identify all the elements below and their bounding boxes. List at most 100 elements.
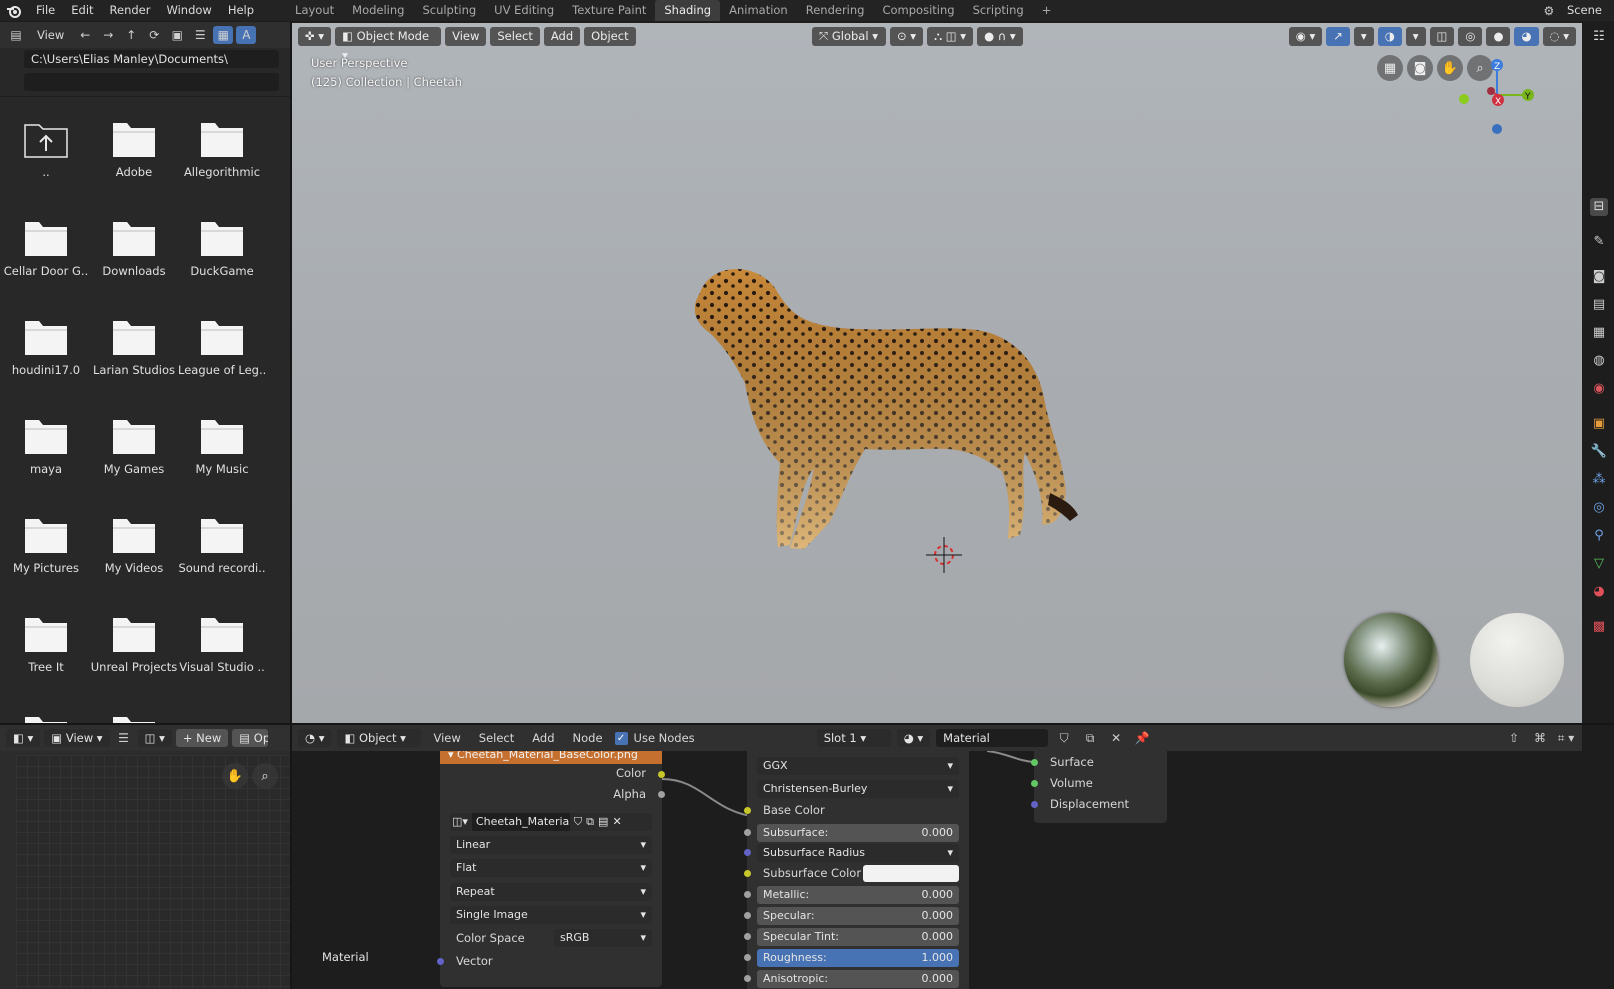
viewport-menu-object[interactable]: Object — [584, 26, 636, 46]
subsurface-method-dropdown[interactable]: Christensen-Burley ▾ — [757, 780, 959, 798]
extension-dropdown[interactable]: Repeat ▾ — [450, 883, 652, 901]
folder-item[interactable]: My Videos — [90, 515, 178, 575]
unlink-material-icon[interactable]: ✕ — [1106, 729, 1126, 747]
axis-gizmo[interactable]: Z Y X — [1452, 48, 1542, 138]
material-browse-icon[interactable]: ◕ ▾ — [896, 729, 931, 747]
overlay-dropdown-icon[interactable]: ▾ — [1405, 26, 1426, 46]
camera-view-icon[interactable]: ◙ — [1407, 55, 1433, 81]
vertical-area-divider[interactable] — [290, 22, 292, 989]
folder-item[interactable]: Tree It — [2, 614, 90, 674]
folder-item[interactable]: .. — [2, 119, 90, 179]
gizmo-toggle-icon[interactable]: ↗ — [1326, 26, 1350, 46]
tab-texture-paint[interactable]: Texture Paint — [563, 0, 655, 21]
list-view-icon[interactable]: ☰ — [190, 26, 210, 44]
tab-animation[interactable]: Animation — [720, 0, 797, 21]
folder-item[interactable]: My Pictures — [2, 515, 90, 575]
folder-item[interactable]: Downloads — [90, 218, 178, 278]
parent-node-tree-icon[interactable]: ⇧ — [1504, 729, 1524, 747]
specular-tint-socket[interactable] — [744, 933, 751, 940]
scene-selector-icon[interactable]: ⚙ — [1539, 2, 1559, 20]
object-tab-icon[interactable]: ▣ — [1590, 415, 1608, 433]
image-open-icon[interactable]: ▤ — [598, 813, 608, 831]
tab-scripting[interactable]: Scripting — [964, 0, 1033, 21]
material-shading-icon[interactable]: ◕ — [1514, 26, 1539, 46]
shader-type-selector[interactable]: ◧ Object ▾ — [337, 729, 422, 747]
node-menu-node[interactable]: Node — [567, 731, 609, 745]
specular-field[interactable]: Specular: 0.000 — [757, 907, 959, 925]
metallic-field[interactable]: Metallic: 0.000 — [757, 886, 959, 904]
folder-item[interactable]: Larian Studios — [90, 317, 178, 377]
menu-window[interactable]: Window — [158, 0, 219, 21]
neg-x-axis-handle[interactable] — [1487, 87, 1495, 95]
pivot-icon[interactable]: ⊙ ▾ — [890, 26, 924, 46]
subsurface-radius-dropdown[interactable]: Subsurface Radius ▾ — [757, 844, 959, 862]
surface-input-socket[interactable] — [1031, 759, 1038, 766]
menu-edit[interactable]: Edit — [63, 0, 101, 21]
subsurface-field[interactable]: Subsurface: 0.000 — [757, 824, 959, 842]
constraints-tab-icon[interactable]: ⚲ — [1590, 527, 1608, 545]
modifier-tab-icon[interactable]: 🔧 — [1590, 443, 1608, 461]
sort-alpha-icon[interactable]: A — [236, 26, 257, 44]
image-browse-button[interactable]: ◫▾ — [452, 813, 468, 831]
tab-rendering[interactable]: Rendering — [797, 0, 874, 21]
refresh-icon[interactable]: ⟳ — [144, 26, 164, 44]
scene-tab-icon[interactable]: ◍ — [1590, 352, 1608, 370]
subsurface-socket[interactable] — [744, 829, 751, 836]
image-selector[interactable]: ◫▾ Cheetah_Materia.. ⛉ ⧉ ▤ ✕ — [450, 813, 652, 831]
material-tab-icon[interactable]: ◕ — [1590, 583, 1608, 601]
data-tab-icon[interactable]: ▽ — [1590, 555, 1608, 573]
back-arrow-icon[interactable]: ← — [75, 26, 95, 44]
interpolation-dropdown[interactable]: Linear ▾ — [450, 836, 652, 854]
projection-dropdown[interactable]: Flat ▾ — [450, 859, 652, 877]
output-tab-icon[interactable]: ▤ — [1590, 296, 1608, 314]
folder-item[interactable]: Cellar Door G.. — [2, 218, 90, 278]
open-image-button[interactable]: ▤ Open — [232, 729, 269, 747]
metallic-socket[interactable] — [744, 891, 751, 898]
roughness-field[interactable]: Roughness: 1.000 — [757, 949, 959, 967]
subsurface-color-swatch[interactable] — [863, 865, 959, 882]
specular-socket[interactable] — [744, 912, 751, 919]
texture-tab-icon[interactable]: ▩ — [1590, 618, 1608, 636]
image-editor-type-icon[interactable]: ◧ ▾ — [6, 729, 41, 747]
snap-icon[interactable]: ⛬ ◫ ▾ — [927, 26, 974, 46]
horizontal-area-divider[interactable] — [0, 723, 1614, 725]
menu-file[interactable]: File — [28, 0, 63, 21]
folder-item[interactable]: maya — [2, 416, 90, 476]
folder-item[interactable]: DuckGame — [178, 218, 266, 278]
add-workspace-button[interactable]: + — [1033, 0, 1061, 21]
neg-y-axis-handle[interactable] — [1459, 94, 1469, 104]
menu-help[interactable]: Help — [220, 0, 262, 21]
3d-viewport[interactable]: ✜ ▾ ◧ Object Mode ▾ View Select Add Obje… — [292, 23, 1582, 723]
image-browse-icon[interactable]: ◫ ▾ — [137, 729, 172, 747]
editor-type-icon[interactable]: ▤ — [6, 26, 26, 44]
path-field[interactable]: C:\Users\Elias Manley\Documents\ — [24, 50, 279, 68]
source-dropdown[interactable]: Single Image ▾ — [450, 906, 652, 924]
folder-item[interactable]: Allegorithmic — [178, 119, 266, 179]
anisotropic-field[interactable]: Anisotropic: 0.000 — [757, 970, 959, 988]
world-tab-icon[interactable]: ◉ — [1590, 380, 1608, 398]
node-editor-type-icon[interactable]: ◔ ▾ — [298, 729, 332, 747]
properties-toggle-icon[interactable]: ⊟ — [1590, 198, 1608, 216]
tab-modeling[interactable]: Modeling — [343, 0, 413, 21]
neg-z-axis-handle[interactable] — [1492, 124, 1502, 134]
vector-input-socket[interactable] — [437, 958, 444, 965]
node-menu-view[interactable]: View — [427, 731, 466, 745]
cheetah-model[interactable] — [680, 253, 1100, 573]
viewport-menu-add[interactable]: Add — [543, 26, 581, 46]
anisotropic-socket[interactable] — [744, 975, 751, 982]
folder-item[interactable]: Sound recordi.. — [178, 515, 266, 575]
image-node-header[interactable]: ▾ Cheetah_Material_BaseColor.png — [440, 751, 662, 764]
filter-field[interactable] — [24, 73, 279, 91]
particles-tab-icon[interactable]: ⁂ — [1590, 471, 1608, 489]
node-editor-canvas[interactable]: Material ▾ Cheetah_Material_BaseColor.pn… — [292, 751, 1582, 989]
roughness-socket[interactable] — [744, 954, 751, 961]
color-space-dropdown[interactable]: sRGB ▾ — [554, 929, 652, 947]
grid-view-icon[interactable]: ▦ — [1377, 55, 1403, 81]
folder-item[interactable]: houdini17.0 — [2, 317, 90, 377]
overlay-toggle-icon[interactable]: ◑ — [1377, 26, 1402, 46]
subsurface-radius-socket[interactable] — [744, 849, 751, 856]
alpha-output-socket[interactable] — [658, 791, 665, 798]
outliner-icon[interactable]: ☷ — [1590, 28, 1608, 46]
thumbnail-view-icon[interactable]: ▦ — [213, 26, 234, 44]
file-view-menu[interactable]: View — [29, 28, 72, 42]
